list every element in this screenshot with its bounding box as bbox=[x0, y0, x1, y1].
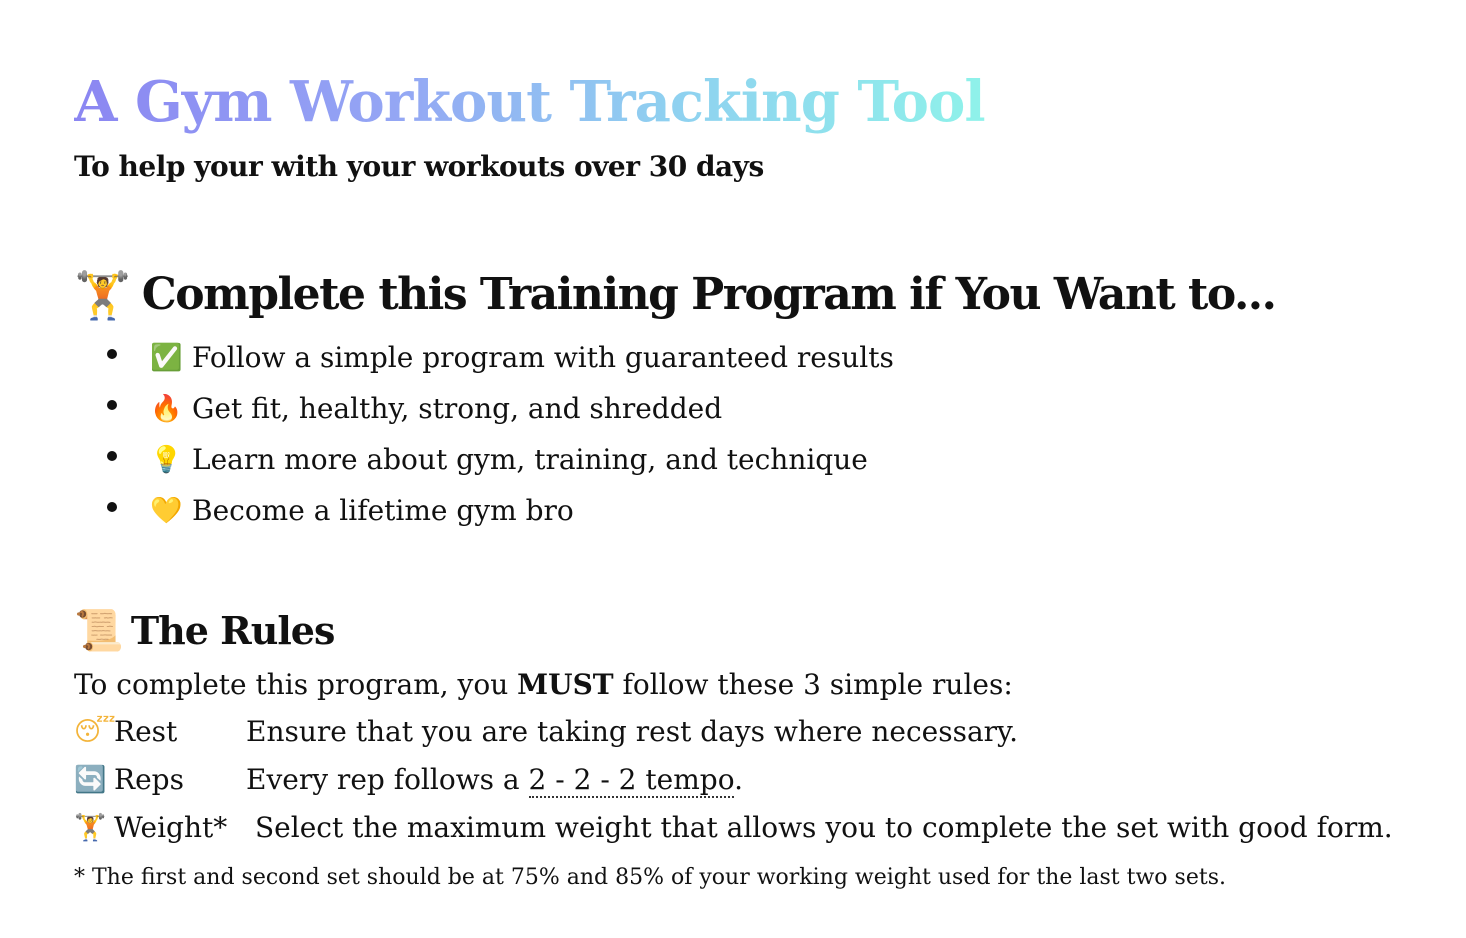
tempo-link[interactable]: 2 - 2 - 2 tempo bbox=[528, 763, 735, 798]
list-item-text: Get fit, healthy, strong, and shredded bbox=[192, 391, 723, 425]
rule-text: Ensure that you are taking rest days whe… bbox=[246, 715, 1019, 748]
rule-text-end: . bbox=[734, 763, 743, 796]
rule-name: Rest bbox=[114, 715, 178, 748]
rule-text: Select the maximum weight that allows yo… bbox=[255, 811, 1393, 844]
rule-text: Every rep follows a 2 - 2 - 2 tempo. bbox=[246, 760, 743, 800]
list-item-text: Learn more about gym, training, and tech… bbox=[192, 442, 868, 476]
rule-name: Weight* bbox=[114, 811, 228, 844]
rule-text-start: Every rep follows a bbox=[246, 763, 529, 796]
list-item: 💛 Become a lifetime gym bro bbox=[102, 485, 894, 536]
rule-row-reps: 🔄 Reps Every rep follows a 2 - 2 - 2 tem… bbox=[74, 760, 743, 800]
list-item: 🔥 Get fit, healthy, strong, and shredded bbox=[102, 383, 894, 434]
rules-footnote: * The first and second set should be at … bbox=[74, 865, 1226, 890]
weightlifter-icon: 🏋️ bbox=[74, 813, 107, 843]
program-goals-list: ✅ Follow a simple program with guarantee… bbox=[102, 332, 894, 536]
rule-name: Reps bbox=[114, 763, 184, 796]
rule-row-weight: 🏋️ Weight* Select the maximum weight tha… bbox=[74, 808, 1393, 848]
program-heading: 🏋️ Complete this Training Program if You… bbox=[74, 266, 1277, 324]
sleeping-face-icon: 😴 bbox=[74, 717, 116, 747]
rules-intro: To complete this program, you MUST follo… bbox=[74, 664, 1013, 706]
scroll-icon: 📜 bbox=[74, 608, 124, 654]
program-heading-text: Complete this Training Program if You Wa… bbox=[141, 269, 1277, 320]
list-item: 💡 Learn more about gym, training, and te… bbox=[102, 434, 894, 485]
check-mark-icon: ✅ bbox=[150, 342, 183, 373]
page-title: A Gym Workout Tracking Tool bbox=[74, 66, 986, 138]
light-bulb-icon: 💡 bbox=[150, 444, 183, 475]
list-item: ✅ Follow a simple program with guarantee… bbox=[102, 332, 894, 383]
bullet-dot bbox=[107, 502, 117, 512]
rules-intro-emphasis: MUST bbox=[517, 668, 614, 701]
rules-heading-text: The Rules bbox=[130, 608, 336, 653]
page-subtitle: To help your with your workouts over 30 … bbox=[74, 150, 764, 183]
rules-heading: 📜 The Rules bbox=[74, 602, 336, 660]
list-item-text: Follow a simple program with guaranteed … bbox=[192, 340, 894, 374]
bullet-dot bbox=[107, 349, 117, 359]
repeat-icon: 🔄 bbox=[74, 765, 107, 795]
rules-intro-start: To complete this program, you bbox=[74, 668, 518, 701]
bullet-dot bbox=[107, 400, 117, 410]
rule-row-rest: 😴 Rest Ensure that you are taking rest d… bbox=[74, 712, 1018, 752]
yellow-heart-icon: 💛 bbox=[150, 495, 183, 526]
list-item-text: Become a lifetime gym bro bbox=[192, 493, 574, 527]
bullet-dot bbox=[107, 451, 117, 461]
fire-icon: 🔥 bbox=[150, 393, 183, 424]
rules-intro-end: follow these 3 simple rules: bbox=[613, 668, 1013, 701]
weightlifter-icon: 🏋️ bbox=[74, 268, 131, 322]
